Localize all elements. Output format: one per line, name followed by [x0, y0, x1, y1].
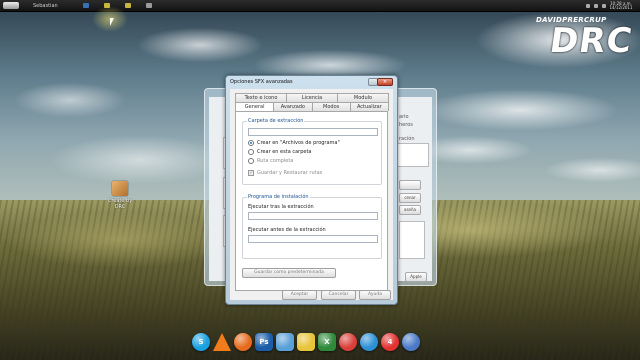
close-icon: × [382, 79, 388, 85]
sfx-options-dialog[interactable]: Opciones SFX avanzadas × Texto e icono L… [225, 75, 398, 305]
background-button[interactable]: cenar [399, 193, 421, 203]
tab-texto-icono[interactable]: Texto e icono [235, 93, 287, 102]
close-button[interactable]: × [377, 78, 393, 86]
background-panel [397, 143, 429, 167]
radio-selected-icon [248, 140, 254, 146]
system-tray: 10:28 a.m. 14/12/2011 [582, 0, 640, 11]
background-apply-button[interactable]: Apple [405, 272, 427, 282]
tray-icon[interactable] [594, 3, 598, 8]
desktop-shortcut[interactable]: Create by DRC [102, 181, 138, 210]
save-restore-paths-checkbox[interactable]: ✓ Guardar y Restaurar rutas [248, 170, 322, 176]
notes-icon[interactable] [297, 333, 315, 351]
excel-icon[interactable]: X [318, 333, 336, 351]
start-button[interactable] [3, 2, 19, 9]
tab-avanzado[interactable]: Avanzado [273, 102, 313, 111]
radio-current-folder-label: Crear en esta carpeta [257, 149, 312, 155]
tray-icon[interactable] [586, 3, 590, 8]
setup-program-group: Programa de instalación Ejecutar tras la… [242, 194, 382, 259]
tabs-row-back: Texto e icono Licencia Modulo [235, 93, 389, 102]
background-label: heros [399, 122, 413, 128]
app-4-icon[interactable]: 4 [381, 333, 399, 351]
tab-licencia[interactable]: Licencia [286, 93, 338, 102]
tab-modulo[interactable]: Modulo [337, 93, 389, 102]
cancel-button[interactable]: Cancelar [321, 290, 356, 300]
save-restore-paths-label: Guardar y Restaurar rutas [257, 170, 323, 176]
itunes-icon[interactable] [402, 333, 420, 351]
messenger-icon[interactable] [276, 333, 294, 351]
tab-modos[interactable]: Modos [311, 102, 351, 111]
extraction-folder-group: Carpeta de extracción Crear en "Archivos… [242, 118, 382, 185]
radio-program-files[interactable]: Crear en "Archivos de programa" [248, 140, 340, 146]
background-label: ración [399, 136, 415, 142]
vlc-icon[interactable] [213, 333, 231, 351]
background-button[interactable] [399, 180, 421, 190]
taskbar-app-1[interactable] [80, 2, 92, 10]
mouse-pointer-icon [110, 18, 114, 26]
desktop-shortcut-label: Create by DRC [107, 198, 133, 210]
radio-program-files-label: Crear en "Archivos de programa" [257, 140, 340, 146]
taskbar-app-4[interactable] [143, 2, 155, 10]
tab-panel-general: Carpeta de extracción Crear en "Archivos… [235, 111, 388, 291]
chrome-icon[interactable] [339, 333, 357, 351]
radio-current-folder[interactable]: Crear en esta carpeta [248, 149, 312, 155]
skype-icon[interactable]: S [192, 333, 210, 351]
photoshop-icon[interactable]: Ps [255, 333, 273, 351]
radio-absolute-path-label: Ruta completa [257, 158, 294, 164]
dialog-title: Opciones SFX avanzadas [230, 79, 293, 85]
background-button[interactable]: aseña [399, 205, 421, 215]
extraction-folder-title: Carpeta de extracción [247, 118, 305, 124]
logo-big-text: DRC [547, 21, 636, 61]
save-as-default-button[interactable]: Guardar como predeterminada [242, 268, 336, 278]
taskbar-app-3[interactable] [122, 2, 134, 10]
dialog-body: Texto e icono Licencia Modulo General Av… [230, 89, 393, 300]
run-before-input[interactable] [248, 235, 378, 243]
radio-icon [248, 149, 254, 155]
taskbar-username: Sebastian [33, 2, 58, 9]
checkbox-icon: ✓ [248, 170, 254, 176]
run-before-label: Ejecutar antes de la extracción [248, 227, 326, 233]
run-after-input[interactable] [248, 212, 378, 220]
background-panel [399, 221, 425, 259]
taskbar-clock[interactable]: 10:28 a.m. 14/12/2011 [606, 1, 636, 10]
tab-actualizar[interactable]: Actualizar [349, 102, 389, 111]
tab-general[interactable]: General [235, 102, 275, 111]
tabs-row-front: General Avanzado Modos Actualizar [235, 102, 389, 111]
application-dock: S Ps X 4 [192, 330, 423, 354]
setup-program-title: Programa de instalación [247, 194, 310, 200]
extraction-path-input[interactable] [248, 128, 378, 136]
clock-date: 14/12/2011 [609, 4, 633, 10]
firefox-icon[interactable] [234, 333, 252, 351]
drc-logo: DAVIDPRERCRUP DRC [536, 16, 636, 66]
package-box-icon [112, 181, 128, 196]
run-after-label: Ejecutar tras la extracción [248, 204, 314, 210]
ok-button[interactable]: Aceptar [282, 290, 317, 300]
radio-icon [248, 158, 254, 164]
help-button[interactable]: Ayuda [359, 290, 391, 300]
background-label: ario [399, 114, 409, 120]
safari-icon[interactable] [360, 333, 378, 351]
radio-absolute-path[interactable]: Ruta completa [248, 158, 293, 164]
